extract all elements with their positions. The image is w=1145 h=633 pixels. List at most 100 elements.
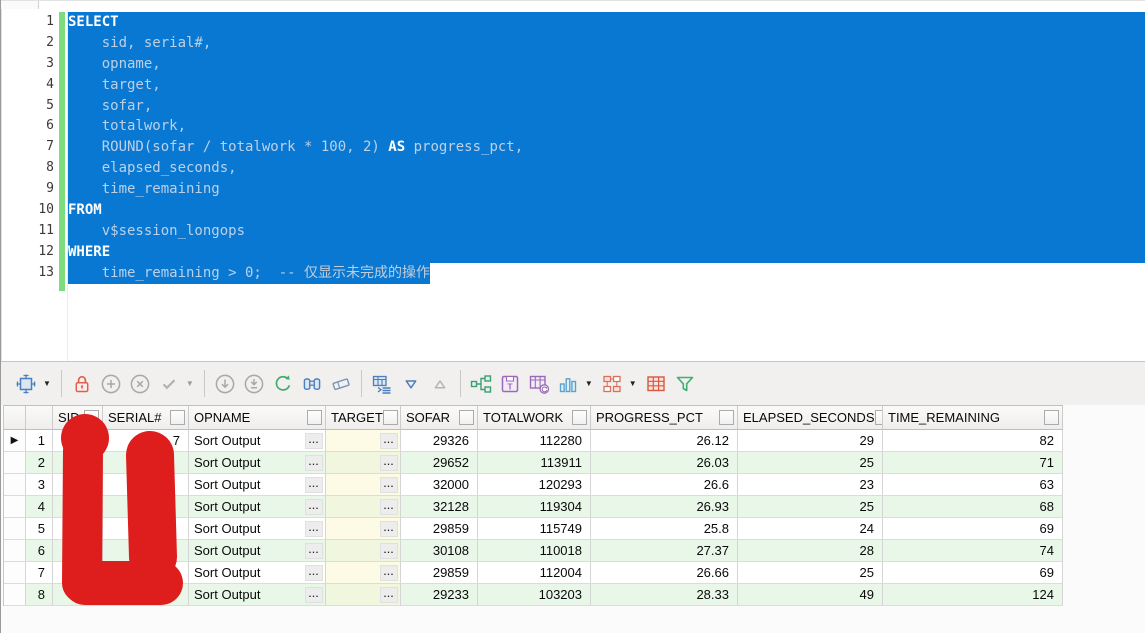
grid-views-icon[interactable] (370, 372, 394, 396)
code-line[interactable]: time_remaining > 0; -- 仅显示未完成的操作 (68, 262, 1145, 284)
cell-opname[interactable]: Sort Output... (189, 496, 326, 518)
cell-totalwork[interactable]: 103203 (478, 584, 591, 606)
column-checkbox-icon[interactable] (719, 410, 734, 425)
cell-rownum[interactable]: 6 (26, 540, 53, 562)
chart-icon[interactable] (556, 372, 580, 396)
post-edit-icon[interactable] (157, 372, 181, 396)
cell-editor-button[interactable]: ... (380, 520, 398, 537)
cell-sid[interactable] (53, 452, 103, 474)
cell-progress[interactable]: 28.33 (591, 584, 738, 606)
sql-editor[interactable]: 1 2 3 4 5 6 7 8 9 10 11 12 13 SELECT sid, serial#, o… (1, 9, 1145, 361)
cell-sofar[interactable]: 29326 (401, 430, 478, 452)
chart-icon-dropdown[interactable]: ▼ (585, 379, 593, 388)
cell-target[interactable]: ... (326, 474, 401, 496)
cell-elapsed[interactable]: 25 (738, 452, 883, 474)
cell-editor-button[interactable]: ... (305, 520, 323, 537)
cell-target[interactable]: ... (326, 452, 401, 474)
cell-serial[interactable] (103, 474, 189, 496)
insert-record-icon[interactable] (99, 372, 123, 396)
filter-up-icon[interactable] (428, 372, 452, 396)
cell-elapsed[interactable]: 23 (738, 474, 883, 496)
cell-sid[interactable] (53, 540, 103, 562)
cell-elapsed[interactable]: 49 (738, 584, 883, 606)
cell-serial[interactable] (103, 562, 189, 584)
cell-rownum[interactable]: 5 (26, 518, 53, 540)
cell-rownum[interactable]: 7 (26, 562, 53, 584)
find-icon[interactable] (300, 372, 324, 396)
cell-sofar[interactable]: 30108 (401, 540, 478, 562)
dock-editor-icon[interactable] (14, 372, 38, 396)
table-row[interactable]: 8 Sort Output...... 29233 103203 28.33 49 124 (4, 584, 1063, 606)
cell-marker[interactable]: ▶ (4, 430, 26, 452)
code-line[interactable]: elapsed_seconds, (68, 158, 1145, 180)
fetch-next-icon[interactable] (213, 372, 237, 396)
cell-editor-button[interactable]: ... (305, 476, 323, 493)
cell-progress[interactable]: 25.8 (591, 518, 738, 540)
cell-editor-button[interactable]: ... (380, 432, 398, 449)
table-row[interactable]: 2 Sort Output...... 29652 113911 26.03 25 71 (4, 452, 1063, 474)
column-checkbox-icon[interactable] (459, 410, 474, 425)
cell-opname[interactable]: Sort Output... (189, 540, 326, 562)
post-edit-icon-dropdown[interactable]: ▼ (186, 379, 194, 388)
column-header-sofar[interactable]: SOFAR (401, 406, 478, 430)
cell-serial[interactable] (103, 518, 189, 540)
cell-totalwork[interactable]: 119304 (478, 496, 591, 518)
column-header-progress[interactable]: PROGRESS_PCT (591, 406, 738, 430)
cell-elapsed[interactable]: 25 (738, 562, 883, 584)
cell-elapsed[interactable]: 24 (738, 518, 883, 540)
filter-funnel-icon[interactable] (673, 372, 697, 396)
column-header-target[interactable]: TARGET (326, 406, 401, 430)
cell-rownum[interactable]: 2 (26, 452, 53, 474)
cell-sofar[interactable]: 29233 (401, 584, 478, 606)
code-line[interactable]: ROUND(sofar / totalwork * 100, 2) AS pro… (68, 137, 1145, 159)
cell-remaining[interactable]: 74 (883, 540, 1063, 562)
eraser-icon[interactable] (329, 372, 353, 396)
cell-sid[interactable] (53, 496, 103, 518)
text-export-icon[interactable]: T (498, 372, 522, 396)
cell-editor-button[interactable]: ... (305, 432, 323, 449)
column-header-totalwork[interactable]: TOTALWORK (478, 406, 591, 430)
table-row[interactable]: ▶ 1 7 Sort Output...... 29326 112280 26.12 29 82 (4, 430, 1063, 452)
layout-blocks-icon-dropdown[interactable]: ▼ (629, 379, 637, 388)
column-header-opname[interactable]: OPNAME (189, 406, 326, 430)
code-line[interactable]: target, (68, 74, 1145, 96)
layout-blocks-icon[interactable] (600, 372, 624, 396)
cell-totalwork[interactable]: 120293 (478, 474, 591, 496)
code-line[interactable]: sofar, (68, 95, 1145, 117)
cell-opname[interactable]: Sort Output... (189, 474, 326, 496)
table-row[interactable]: 3 Sort Output...... 32000 120293 26.6 23 63 (4, 474, 1063, 496)
cell-marker[interactable] (4, 518, 26, 540)
cell-marker[interactable] (4, 584, 26, 606)
cell-rownum[interactable]: 4 (26, 496, 53, 518)
cell-elapsed[interactable]: 28 (738, 540, 883, 562)
column-checkbox-icon[interactable] (572, 410, 587, 425)
column-checkbox-icon[interactable] (382, 410, 398, 425)
column-header-sid[interactable]: SID (53, 406, 103, 430)
table-export-icon[interactable] (527, 372, 551, 396)
column-header-remaining[interactable]: TIME_REMAINING (883, 406, 1063, 430)
delete-record-icon[interactable] (128, 372, 152, 396)
cell-sid[interactable] (53, 474, 103, 496)
fetch-all-icon[interactable] (242, 372, 266, 396)
cell-totalwork[interactable]: 115749 (478, 518, 591, 540)
cell-totalwork[interactable]: 113911 (478, 452, 591, 474)
cell-serial[interactable] (103, 540, 189, 562)
filter-down-icon[interactable] (399, 372, 423, 396)
cell-target[interactable]: ... (326, 496, 401, 518)
cell-opname[interactable]: Sort Output... (189, 584, 326, 606)
cell-rownum[interactable]: 3 (26, 474, 53, 496)
column-checkbox-icon[interactable] (84, 410, 99, 425)
column-header-serial[interactable]: SERIAL# (103, 406, 189, 430)
pivot-grid-icon[interactable] (644, 372, 668, 396)
cell-serial[interactable] (103, 496, 189, 518)
column-checkbox-icon[interactable] (170, 410, 185, 425)
cell-editor-button[interactable]: ... (380, 586, 398, 603)
code-line[interactable]: FROM (68, 200, 1145, 221)
cell-serial[interactable]: 7 (103, 430, 189, 452)
code-line[interactable]: totalwork, (68, 116, 1145, 138)
cell-totalwork[interactable]: 112004 (478, 562, 591, 584)
column-header-elapsed[interactable]: ELAPSED_SECONDS (738, 406, 883, 430)
cell-progress[interactable]: 26.12 (591, 430, 738, 452)
cell-sid[interactable] (53, 562, 103, 584)
cell-progress[interactable]: 27.37 (591, 540, 738, 562)
